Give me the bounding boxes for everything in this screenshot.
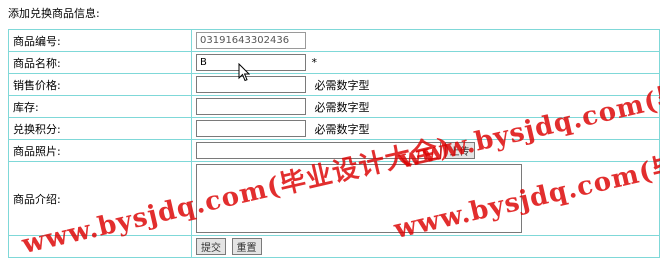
- row-points: 兑换积分: 必需数字型: [8, 117, 660, 140]
- intro-textarea[interactable]: [196, 164, 522, 233]
- actions-spacer: [8, 235, 192, 258]
- price-cell: 必需数字型: [191, 73, 660, 96]
- name-cell: *: [191, 51, 660, 74]
- stock-cell: 必需数字型: [191, 95, 660, 118]
- price-label: 销售价格:: [8, 73, 192, 96]
- actions-cell: 提交 重置: [191, 235, 660, 258]
- required-mark: *: [311, 55, 318, 69]
- points-field[interactable]: [196, 120, 306, 137]
- photo-path-field[interactable]: [196, 142, 441, 159]
- mouse-cursor-icon: [238, 63, 250, 82]
- page-title: 添加兑换商品信息:: [8, 7, 100, 20]
- row-name: 商品名称: *: [8, 51, 660, 74]
- row-price: 销售价格: 必需数字型: [8, 73, 660, 96]
- row-intro: 商品介绍:: [8, 161, 660, 236]
- stock-label: 库存:: [8, 95, 192, 118]
- product-name-field[interactable]: [196, 54, 306, 71]
- photo-cell: 上传: [191, 139, 660, 162]
- row-stock: 库存: 必需数字型: [8, 95, 660, 118]
- photo-label: 商品照片:: [8, 139, 192, 162]
- row-photo: 商品照片: 上传: [8, 139, 660, 162]
- intro-label: 商品介绍:: [8, 161, 192, 236]
- points-note: 必需数字型: [314, 122, 370, 136]
- upload-button[interactable]: 上传: [444, 142, 475, 159]
- intro-cell: [191, 161, 660, 236]
- product-code-field[interactable]: [196, 32, 306, 49]
- product-form: 商品编号: 商品名称: * 销售价格: 必需数字型 库存: 必需数字型 兑换积分…: [8, 29, 660, 258]
- points-label: 兑换积分:: [8, 117, 192, 140]
- points-cell: 必需数字型: [191, 117, 660, 140]
- price-note: 必需数字型: [314, 78, 370, 92]
- reset-button[interactable]: 重置: [231, 238, 262, 255]
- row-actions: 提交 重置: [8, 235, 660, 258]
- stock-note: 必需数字型: [314, 100, 370, 114]
- name-label: 商品名称:: [8, 51, 192, 74]
- row-code: 商品编号:: [8, 29, 660, 52]
- code-label: 商品编号:: [8, 29, 192, 52]
- stock-field[interactable]: [196, 98, 306, 115]
- code-cell: [191, 29, 660, 52]
- submit-button[interactable]: 提交: [196, 238, 226, 255]
- price-field[interactable]: [196, 76, 306, 93]
